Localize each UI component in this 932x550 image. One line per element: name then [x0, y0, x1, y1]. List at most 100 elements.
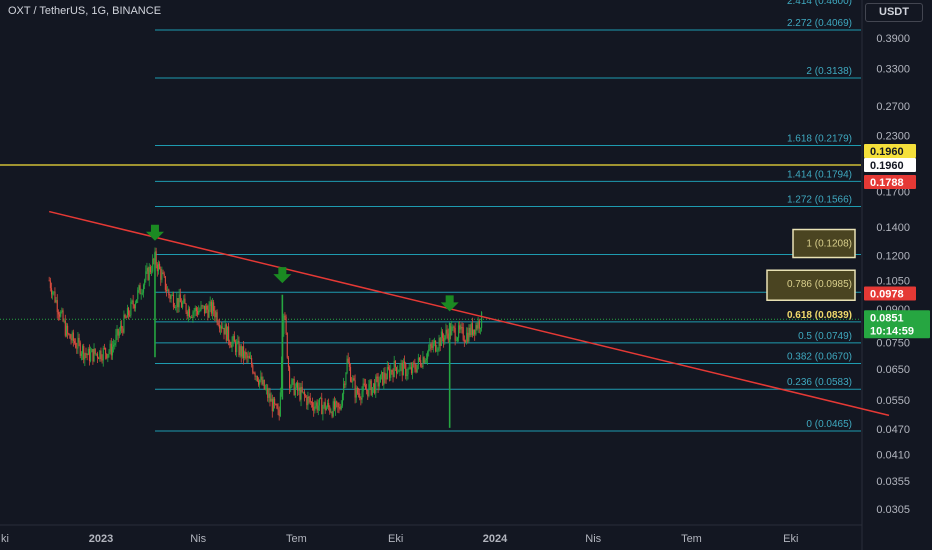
candle-body [185, 303, 187, 312]
candle-body [391, 369, 393, 373]
candle-body [414, 364, 416, 370]
candle-body [339, 407, 341, 410]
candle-body [126, 308, 128, 318]
candle-body [294, 387, 296, 396]
candle-body [229, 341, 231, 346]
candle-body [263, 379, 265, 390]
candle-body [431, 345, 433, 348]
candle-body [347, 358, 349, 363]
candle-body [187, 308, 189, 317]
candle-body [188, 308, 191, 318]
candle-body [105, 348, 107, 354]
candle-body [381, 372, 383, 375]
candle-body [474, 329, 476, 335]
candle-body [437, 348, 439, 351]
currency-button[interactable]: USDT [865, 3, 923, 22]
candle-body [389, 368, 391, 378]
candle-body [393, 360, 395, 377]
candle-body [370, 380, 372, 395]
candle-body [360, 398, 362, 400]
candle-body [210, 301, 212, 314]
candle-body [164, 276, 166, 290]
candle-body [140, 293, 142, 295]
candle-body [285, 316, 287, 333]
candle-body [425, 358, 427, 361]
candle-body [458, 325, 460, 338]
candle-body [186, 311, 188, 317]
candle-body [73, 341, 76, 343]
candle-body [352, 378, 354, 382]
candle-body [267, 388, 269, 398]
candle-body [64, 320, 66, 336]
candle-body [233, 335, 235, 342]
candle-body [291, 379, 293, 387]
y-axis-tick-label: 0.1400 [876, 222, 910, 234]
candle-body [230, 345, 232, 348]
chart-canvas[interactable]: 2.272 (0.4069) 2 (0.3138) 1.618 (0.2179) 1.… [0, 0, 932, 550]
candle-body [243, 346, 245, 359]
candle-body [369, 380, 371, 385]
x-axis-tick-label: Tem [681, 533, 702, 545]
symbol-title[interactable]: OXT / TetherUS, 1G, BINANCE [8, 5, 161, 17]
fib-level-label: 0.382 (0.0670) [787, 351, 852, 362]
candle-body [260, 376, 262, 380]
candle-body [176, 298, 178, 307]
candle-body [251, 358, 253, 366]
candle-body [366, 389, 368, 391]
candle-body [435, 340, 437, 352]
candle-body [183, 298, 185, 303]
candle-body [376, 376, 378, 378]
candle-body [445, 329, 447, 336]
candle-body [76, 347, 78, 349]
candle-body [191, 317, 193, 318]
candle-body [69, 334, 71, 339]
candle-body [368, 384, 370, 397]
candle-body [477, 320, 479, 329]
candle-body [452, 326, 454, 328]
candle-body [70, 338, 72, 341]
candle-body [199, 310, 201, 312]
candle-body [415, 369, 417, 372]
candle-body [297, 382, 299, 391]
candle-body [107, 354, 109, 359]
candle-body [224, 324, 226, 335]
candle-body [56, 300, 58, 313]
candle-body [283, 315, 285, 334]
candle-body [253, 372, 255, 374]
fib-level-label: 2.272 (0.4069) [787, 18, 852, 29]
candle-body [316, 402, 318, 411]
candle-body [134, 303, 137, 309]
candle-body [343, 383, 345, 394]
candle-body [289, 367, 291, 388]
candle-body [309, 398, 311, 403]
candle-body [206, 305, 208, 310]
candle-body [349, 367, 352, 382]
candle-body [440, 331, 442, 346]
candle-body [141, 292, 143, 294]
candle-body [401, 363, 403, 376]
candle-body [340, 405, 342, 410]
candle-body [133, 305, 135, 309]
candle-body [146, 268, 148, 272]
candle-body [136, 299, 138, 304]
candle-body [100, 350, 102, 360]
candle-body [361, 391, 363, 400]
candle-body [377, 376, 379, 387]
candle-body [359, 393, 361, 399]
price-axis-label: 0.0851 [870, 312, 904, 324]
candle-body [268, 393, 270, 398]
candle-body [226, 326, 229, 341]
candle-body [353, 378, 355, 381]
candle-body [245, 351, 247, 355]
candle-body [108, 351, 110, 355]
candle-body [271, 398, 273, 412]
candle-body [48, 280, 50, 282]
candle-body [356, 387, 358, 394]
candle-body [131, 300, 133, 302]
candle-body [125, 317, 127, 319]
candle-body [92, 349, 94, 362]
candle-body [67, 325, 69, 334]
y-axis-tick-label: 0.2700 [876, 101, 910, 113]
trendline [49, 210, 890, 417]
candle-body [336, 401, 338, 403]
